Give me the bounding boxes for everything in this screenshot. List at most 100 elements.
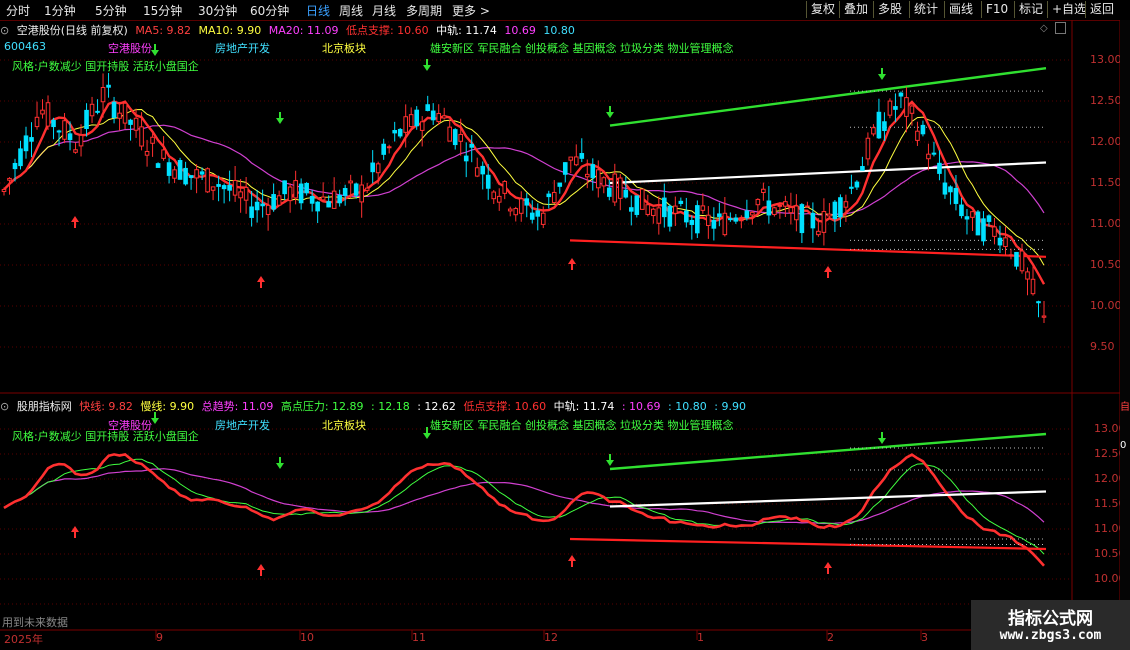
candle-body [491, 191, 497, 200]
style-tags: 风格:户数减少 国开持股 活跃小盘国企 [12, 430, 199, 443]
candle-body [40, 109, 45, 115]
candle-body [964, 216, 970, 220]
fast-line-value: 快线: 9.82 [79, 400, 133, 413]
candle-body [298, 183, 304, 204]
resistance-value-3: : 12.62 [417, 400, 456, 413]
candle-body [909, 105, 915, 114]
candle-body [865, 137, 871, 160]
candle-body [645, 204, 651, 215]
date-label: 9 [156, 631, 163, 644]
date-label: 3 [921, 631, 928, 644]
candle-body [975, 211, 981, 236]
candle-body [485, 174, 491, 189]
candle-body [111, 101, 117, 118]
candle-body [430, 110, 436, 121]
candle-body [799, 204, 805, 234]
date-label: 10 [300, 631, 314, 644]
sell-arrow-icon [878, 68, 886, 80]
future-data-note: 用到未来数据 [2, 616, 68, 629]
candle-body [920, 124, 926, 135]
candle-body [926, 153, 931, 160]
buy-arrow-icon [71, 216, 79, 228]
candle-body [133, 117, 139, 131]
stock-code: 600463 [4, 40, 46, 53]
ma5-value: MA5: 9.82 [135, 24, 192, 37]
candle-body [535, 210, 541, 217]
settings-diamond-icon[interactable]: ◇ [1040, 23, 1048, 34]
candle-body [84, 109, 89, 129]
collapse-icon[interactable]: ⊙ [0, 24, 9, 37]
candle-body [1, 188, 7, 192]
watermark-url: www.zbgs3.com [999, 628, 1102, 643]
date-label: 2025年 [4, 633, 43, 646]
candle-body [568, 156, 574, 161]
candle-body [838, 197, 843, 218]
candle-body [199, 171, 205, 175]
buy-arrow-icon [568, 258, 576, 270]
trend-value: 总趋势: 11.09 [201, 400, 274, 413]
candle-body [172, 169, 177, 179]
candle-body [629, 207, 634, 212]
candle-body [155, 163, 161, 168]
candle-body [871, 127, 876, 135]
candle-body [651, 208, 656, 217]
candle-body [788, 207, 794, 214]
stock-name-tag: 空港股份 [108, 42, 152, 55]
buy-arrow-icon [824, 266, 832, 278]
candle-body [695, 205, 700, 234]
candle-body [722, 212, 728, 236]
candle-body [887, 100, 893, 116]
candle-body [606, 187, 612, 197]
candle-body [915, 130, 920, 141]
candle-body [304, 182, 309, 194]
band-value-3: : 9.90 [714, 400, 746, 413]
candle-body [502, 180, 508, 194]
resistance-value: 高点压力: 12.89 [280, 400, 364, 413]
candle-body [216, 184, 221, 187]
region-tag: 北京板块 [322, 419, 366, 432]
candle-body [540, 212, 546, 225]
candle-body [7, 177, 12, 181]
candle-body [579, 153, 585, 159]
candle-body [128, 119, 133, 125]
candle-body [95, 110, 100, 113]
candle-body [546, 193, 552, 198]
candle-body [821, 211, 827, 233]
band-value-1: : 10.69 [621, 400, 661, 413]
candle-body [441, 115, 447, 119]
collapse-icon[interactable]: ⊙ [0, 400, 9, 413]
y-label: 12.00 [1090, 135, 1122, 148]
candle-body [67, 133, 73, 141]
middle-band-value: 中轨: 11.74 [436, 24, 497, 37]
candle-body [854, 181, 860, 188]
candle-body [739, 219, 744, 222]
sell-arrow-icon [423, 59, 431, 71]
strip-label: 自 [1120, 402, 1130, 413]
candle-body [452, 129, 458, 146]
candle-body [276, 195, 282, 206]
candle-body [518, 198, 524, 214]
candle-body [188, 175, 194, 178]
strip-label: 0 [1120, 440, 1127, 451]
candle-body [144, 150, 150, 156]
candle-body [106, 84, 111, 88]
candle-body [507, 208, 513, 212]
watermark: 指标公式网 www.zbgs3.com [971, 600, 1130, 650]
candle-body [348, 180, 353, 184]
kline-chart[interactable] [0, 0, 1130, 650]
candle-body [904, 97, 909, 117]
maximize-icon[interactable] [1055, 22, 1066, 34]
buy-arrow-icon [257, 564, 265, 576]
candle-body [293, 180, 298, 199]
candle-body [381, 143, 386, 155]
candle-body [210, 186, 216, 191]
candle-body [573, 156, 579, 166]
candle-body [496, 195, 502, 203]
y-label: 9.50 [1090, 340, 1115, 353]
candle-body [282, 180, 287, 195]
candle-body [56, 130, 62, 133]
buy-arrow-icon [71, 526, 79, 538]
candle-body [937, 162, 942, 174]
candle-body [386, 146, 392, 149]
candle-body [117, 112, 122, 119]
